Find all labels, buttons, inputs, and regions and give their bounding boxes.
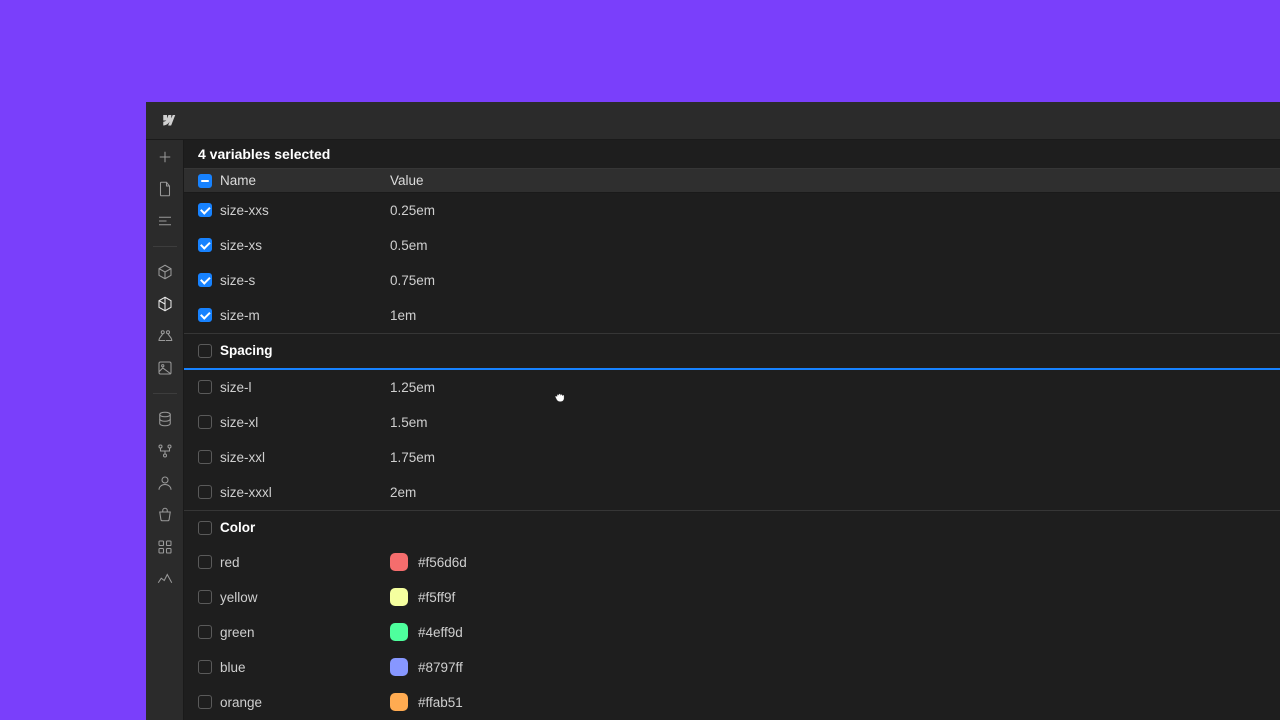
color-hex: #f56d6d bbox=[418, 555, 467, 570]
assets-icon[interactable] bbox=[156, 359, 174, 377]
page-icon[interactable] bbox=[156, 180, 174, 198]
variables-icon[interactable] bbox=[156, 295, 174, 313]
row-checkbox[interactable] bbox=[198, 273, 212, 287]
panel-header: 4 variables selected bbox=[184, 140, 1280, 169]
row-checkbox[interactable] bbox=[198, 555, 212, 569]
row-checkbox[interactable] bbox=[198, 590, 212, 604]
group-header-color[interactable]: Color bbox=[184, 510, 1280, 545]
color-swatch bbox=[390, 553, 408, 571]
navigator-icon[interactable] bbox=[156, 212, 174, 230]
color-swatch bbox=[390, 658, 408, 676]
panel-title: 4 variables selected bbox=[198, 146, 330, 162]
variable-row[interactable]: blue #8797ff bbox=[184, 650, 1280, 685]
variable-row[interactable]: red #f56d6d bbox=[184, 545, 1280, 580]
sidebar-divider bbox=[153, 393, 177, 394]
color-hex: #ffab51 bbox=[418, 695, 463, 710]
variable-value[interactable]: #f56d6d bbox=[390, 553, 1280, 571]
variable-row[interactable]: size-xxs0.25em bbox=[184, 193, 1280, 228]
variable-value[interactable]: 0.75em bbox=[390, 273, 1280, 288]
variable-value[interactable]: #4eff9d bbox=[390, 623, 1280, 641]
titlebar bbox=[146, 102, 1280, 140]
apps-icon[interactable] bbox=[156, 538, 174, 556]
variable-value[interactable]: #f5ff9f bbox=[390, 588, 1280, 606]
audit-icon[interactable] bbox=[156, 570, 174, 588]
variable-value[interactable]: 1.75em bbox=[390, 450, 1280, 465]
color-hex: #4eff9d bbox=[418, 625, 463, 640]
variable-value[interactable]: 0.5em bbox=[390, 238, 1280, 253]
variable-name: size-m bbox=[220, 308, 390, 323]
sidebar bbox=[146, 140, 184, 720]
styles-icon[interactable] bbox=[156, 327, 174, 345]
app-body: 4 variables selected Name Value size-xxs… bbox=[146, 140, 1280, 720]
variable-name: size-l bbox=[220, 380, 390, 395]
add-icon[interactable] bbox=[156, 148, 174, 166]
row-checkbox[interactable] bbox=[198, 308, 212, 322]
color-swatch bbox=[390, 623, 408, 641]
group-header-spacing[interactable]: Spacing bbox=[184, 333, 1280, 368]
row-checkbox[interactable] bbox=[198, 203, 212, 217]
color-hex: #f5ff9f bbox=[418, 590, 455, 605]
variable-name: orange bbox=[220, 695, 390, 710]
variable-row[interactable]: size-xl1.5em bbox=[184, 405, 1280, 440]
sidebar-divider bbox=[153, 246, 177, 247]
drop-indicator bbox=[184, 368, 1280, 370]
variable-value[interactable]: 1em bbox=[390, 308, 1280, 323]
group-label: Spacing bbox=[220, 343, 390, 358]
variable-name: size-xl bbox=[220, 415, 390, 430]
row-checkbox[interactable] bbox=[198, 415, 212, 429]
users-icon[interactable] bbox=[156, 474, 174, 492]
variable-name: size-xxs bbox=[220, 203, 390, 218]
logic-icon[interactable] bbox=[156, 442, 174, 460]
variables-panel: 4 variables selected Name Value size-xxs… bbox=[184, 140, 1280, 720]
group-label: Color bbox=[220, 520, 390, 535]
color-swatch bbox=[390, 588, 408, 606]
variable-row[interactable]: size-l1.25em bbox=[184, 370, 1280, 405]
ecommerce-icon[interactable] bbox=[156, 506, 174, 524]
variable-row[interactable]: yellow #f5ff9f bbox=[184, 580, 1280, 615]
components-icon[interactable] bbox=[156, 263, 174, 281]
variable-value[interactable]: 1.5em bbox=[390, 415, 1280, 430]
row-checkbox[interactable] bbox=[198, 695, 212, 709]
variable-value[interactable]: 2em bbox=[390, 485, 1280, 500]
select-all-checkbox[interactable] bbox=[198, 174, 212, 188]
variable-name: size-xxl bbox=[220, 450, 390, 465]
column-header-value[interactable]: Value bbox=[390, 173, 1280, 188]
variable-row[interactable]: size-s0.75em bbox=[184, 263, 1280, 298]
variable-value[interactable]: 0.25em bbox=[390, 203, 1280, 218]
row-checkbox[interactable] bbox=[198, 450, 212, 464]
variable-name: size-xs bbox=[220, 238, 390, 253]
row-checkbox[interactable] bbox=[198, 625, 212, 639]
group-checkbox[interactable] bbox=[198, 344, 212, 358]
row-checkbox[interactable] bbox=[198, 238, 212, 252]
color-swatch bbox=[390, 693, 408, 711]
variable-row[interactable]: size-xxl1.75em bbox=[184, 440, 1280, 475]
row-checkbox[interactable] bbox=[198, 485, 212, 499]
variable-row[interactable]: size-xxxl2em bbox=[184, 475, 1280, 510]
variable-row[interactable]: orange #ffab51 bbox=[184, 685, 1280, 720]
variable-name: size-xxxl bbox=[220, 485, 390, 500]
variable-row[interactable]: size-xs0.5em bbox=[184, 228, 1280, 263]
variable-name: green bbox=[220, 625, 390, 640]
webflow-logo-icon bbox=[158, 112, 176, 130]
variable-name: blue bbox=[220, 660, 390, 675]
variable-name: yellow bbox=[220, 590, 390, 605]
variable-value[interactable]: #8797ff bbox=[390, 658, 1280, 676]
table-body: size-xxs0.25emsize-xs0.5emsize-s0.75emsi… bbox=[184, 193, 1280, 720]
group-checkbox[interactable] bbox=[198, 521, 212, 535]
table-header: Name Value bbox=[184, 169, 1280, 193]
row-checkbox[interactable] bbox=[198, 380, 212, 394]
cms-icon[interactable] bbox=[156, 410, 174, 428]
variable-value[interactable]: #ffab51 bbox=[390, 693, 1280, 711]
variable-row[interactable]: green #4eff9d bbox=[184, 615, 1280, 650]
variable-row[interactable]: size-m1em bbox=[184, 298, 1280, 333]
variable-name: size-s bbox=[220, 273, 390, 288]
app-window: 4 variables selected Name Value size-xxs… bbox=[146, 102, 1280, 720]
row-checkbox[interactable] bbox=[198, 660, 212, 674]
column-header-name[interactable]: Name bbox=[220, 173, 390, 188]
variable-name: red bbox=[220, 555, 390, 570]
color-hex: #8797ff bbox=[418, 660, 463, 675]
variable-value[interactable]: 1.25em bbox=[390, 380, 1280, 395]
